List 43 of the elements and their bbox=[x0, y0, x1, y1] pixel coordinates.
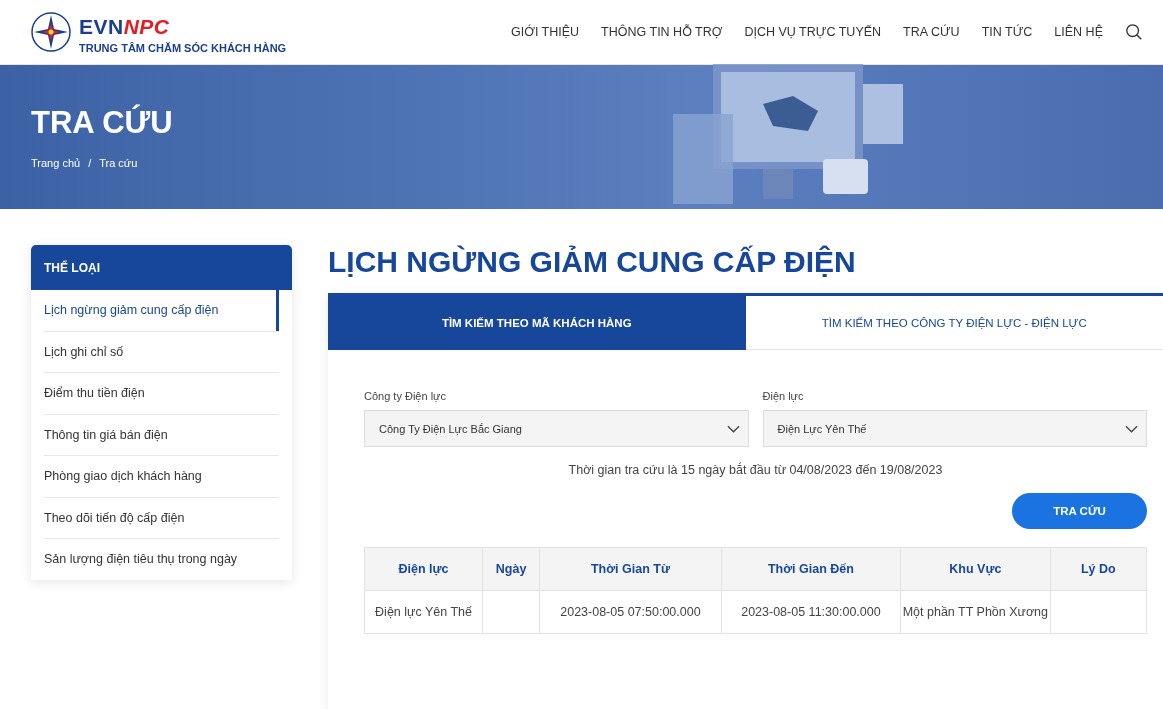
search-button[interactable]: TRA CỨU bbox=[1012, 493, 1147, 529]
column-header: Điện lực bbox=[364, 547, 483, 591]
page-title: TRA CỨU bbox=[31, 105, 173, 141]
breadcrumb-link[interactable]: Trang chủ bbox=[31, 157, 81, 169]
table-cell: 2023-08-05 07:50:00.000 bbox=[560, 605, 701, 619]
table-cell: Điện lực Yên Thế bbox=[375, 605, 472, 619]
field-label: Điện lực bbox=[762, 390, 805, 402]
category-item[interactable]: Lịch ghi chỉ số bbox=[44, 331, 279, 373]
chevron-down-icon bbox=[1125, 424, 1138, 433]
nav-link[interactable]: TIN TỨC bbox=[981, 25, 1033, 39]
brand-logo: EVNNPC bbox=[79, 16, 171, 38]
column-header: Lý Do bbox=[1050, 547, 1147, 591]
chevron-down-icon bbox=[726, 424, 740, 433]
category-item[interactable]: Thông tin giá bán điện bbox=[44, 414, 279, 456]
category-item[interactable]: Lịch ngừng giảm cung cấp điện bbox=[44, 290, 279, 332]
category-item[interactable]: Điểm thu tiền điện bbox=[44, 373, 279, 415]
nav-link[interactable]: TRA CỨU bbox=[903, 25, 960, 39]
select-field[interactable]: Công Ty Điện Lực Bắc Giang bbox=[364, 410, 749, 447]
category-header: THỂ LOẠI bbox=[31, 245, 292, 290]
search-tab[interactable]: TÌM KIẾM THEO CÔNG TY ĐIỆN LỰC - ĐIỆN LỰC bbox=[745, 293, 1163, 350]
category-item[interactable]: Sản lượng điện tiêu thụ trong ngày bbox=[44, 539, 279, 580]
search-icon[interactable] bbox=[1125, 23, 1143, 41]
nav-link[interactable]: LIÊN HỆ bbox=[1054, 25, 1103, 39]
breadcrumb-separator: / bbox=[88, 157, 92, 169]
table-cell: Một phần TT Phồn Xương bbox=[902, 605, 1049, 619]
section-title: LỊCH NGỪNG GIẢM CUNG CẤP ĐIỆN bbox=[328, 245, 857, 279]
nav-link[interactable]: GIỚI THIỆU bbox=[510, 25, 580, 39]
search-period-note: Thời gian tra cứu là 15 ngày bắt đầu từ 04/08/2023 đến 19/08/2023 bbox=[567, 463, 944, 477]
column-header: Ngày bbox=[482, 547, 540, 591]
column-header: Khu Vực bbox=[900, 547, 1051, 591]
category-item[interactable]: Theo dõi tiến độ cấp điện bbox=[44, 497, 279, 539]
star-logo-icon bbox=[31, 12, 71, 52]
select-field[interactable]: Điện Lực Yên Thế bbox=[762, 410, 1147, 447]
logo-subtitle: TRUNG TÂM CHĂM SÓC KHÁCH HÀNG bbox=[79, 42, 287, 54]
column-header: Thời Gian Đến bbox=[721, 547, 901, 591]
table-cell: 2023-08-05 11:30:00.000 bbox=[741, 605, 881, 619]
category-item[interactable]: Phòng giao dịch khách hàng bbox=[44, 456, 279, 498]
nav-link[interactable]: DỊCH VỤ TRỰC TUYẾN bbox=[744, 25, 882, 39]
search-tab[interactable]: TÌM KIẾM THEO MÃ KHÁCH HÀNG bbox=[328, 293, 746, 350]
field-label: Công ty Điện lực bbox=[364, 390, 447, 402]
column-header: Thời Gian Từ bbox=[539, 547, 722, 591]
nav-link[interactable]: THÔNG TIN HỖ TRỢ bbox=[601, 25, 723, 39]
breadcrumb-current: Tra cứu bbox=[99, 157, 138, 169]
